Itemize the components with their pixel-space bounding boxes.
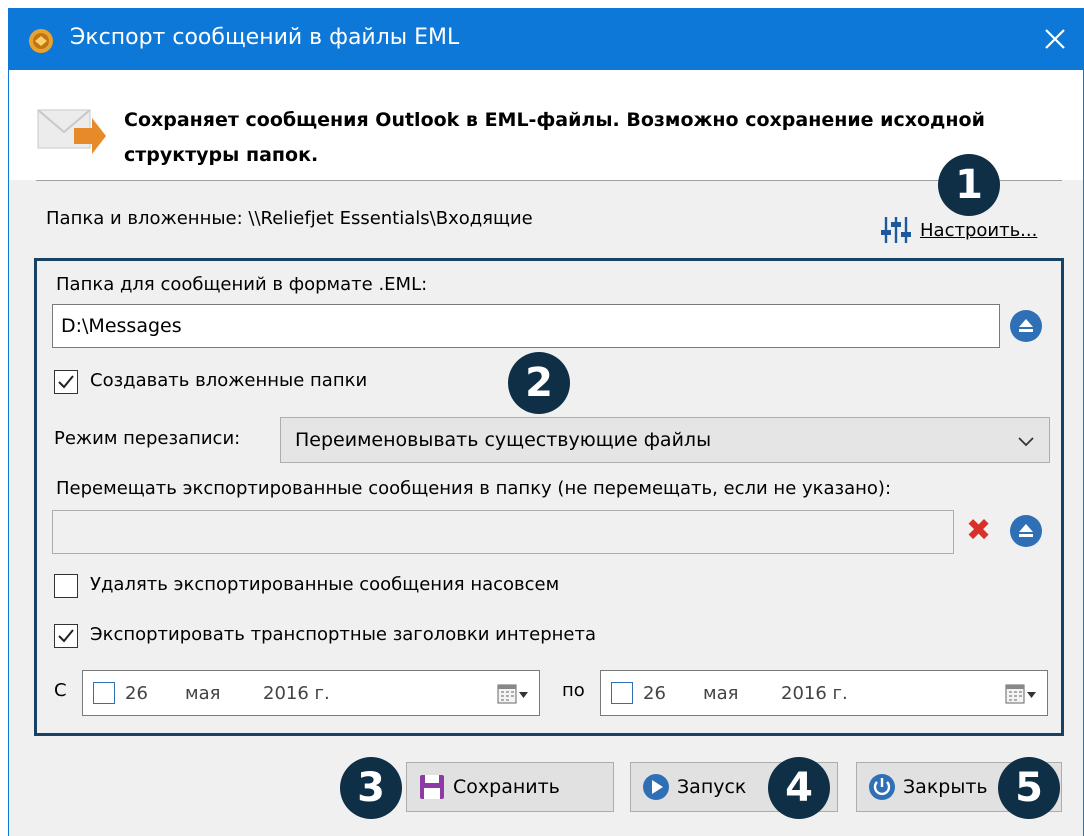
save-button-label: Сохранить xyxy=(453,776,560,798)
dialog-description: Сохраняет сообщения Outlook в EML-файлы.… xyxy=(124,109,985,166)
create-subfolders-checkbox[interactable] xyxy=(54,370,78,394)
close-window-icon[interactable] xyxy=(1038,22,1072,56)
browse-move-folder-button[interactable] xyxy=(1010,515,1042,547)
callout-badge-2: 2 xyxy=(508,352,570,414)
overwrite-mode-value: Переименовывать существующие файлы xyxy=(295,429,712,451)
callout-badge-4: 4 xyxy=(768,757,830,819)
date-from-day: 26 xyxy=(125,682,148,704)
calendar-icon[interactable] xyxy=(497,683,529,705)
target-folder-label: Папка для сообщений в формате .EML: xyxy=(56,274,428,295)
run-button-label: Запуск xyxy=(677,776,747,798)
delete-messages-label: Удалять экспортированные сообщения насов… xyxy=(90,574,560,595)
date-to-picker[interactable]: 26 мая 2016 г. xyxy=(600,670,1048,716)
date-from-year: 2016 г. xyxy=(263,682,330,704)
date-from-label: С xyxy=(54,680,67,701)
floppy-disk-icon xyxy=(420,775,444,799)
overwrite-mode-select[interactable]: Переименовывать существующие файлы xyxy=(280,417,1050,463)
callout-badge-1: 1 xyxy=(938,154,1000,216)
header-separator xyxy=(36,180,1062,181)
date-from-picker[interactable]: 26 мая 2016 г. xyxy=(82,670,540,716)
date-to-year: 2016 г. xyxy=(781,682,848,704)
calendar-icon[interactable] xyxy=(1005,683,1037,705)
eject-icon xyxy=(1019,524,1033,537)
overwrite-mode-label: Режим перезаписи: xyxy=(54,428,241,449)
callout-badge-5: 5 xyxy=(998,757,1060,819)
title-bar: Экспорт сообщений в файлы EML xyxy=(8,8,1084,70)
export-headers-label: Экспортировать транспортные заголовки ин… xyxy=(90,624,596,645)
move-folder-label: Перемещать экспортированные сообщения в … xyxy=(56,478,892,499)
window-title: Экспорт сообщений в файлы EML xyxy=(70,25,460,50)
target-folder-value: D:\Messages xyxy=(61,315,182,337)
eject-icon xyxy=(1019,319,1033,332)
date-to-day: 26 xyxy=(643,682,666,704)
play-icon xyxy=(643,774,669,800)
date-to-enable-checkbox[interactable] xyxy=(611,682,633,704)
sliders-icon xyxy=(881,217,911,243)
envelope-arrow-icon xyxy=(37,109,106,154)
date-to-label: по xyxy=(562,680,585,701)
checkmark-icon xyxy=(58,629,74,643)
configure-label[interactable]: Настроить... xyxy=(920,220,1037,241)
export-headers-checkbox[interactable] xyxy=(54,624,78,648)
configure-link[interactable]: Настроить... xyxy=(880,212,1037,248)
close-button-label: Закрыть xyxy=(903,776,988,798)
app-logo-icon xyxy=(29,29,53,53)
date-from-month: мая xyxy=(185,682,221,704)
save-button[interactable]: Сохранить xyxy=(406,762,614,812)
target-folder-input[interactable]: D:\Messages xyxy=(52,304,1000,348)
source-folder-label: Папка и вложенные: \\Reliefjet Essential… xyxy=(46,208,533,229)
power-icon xyxy=(869,774,895,800)
delete-messages-checkbox[interactable] xyxy=(54,574,78,598)
browse-target-button[interactable] xyxy=(1010,310,1042,342)
chevron-down-icon xyxy=(1018,437,1034,447)
move-folder-input[interactable] xyxy=(52,510,954,554)
date-from-enable-checkbox[interactable] xyxy=(93,682,115,704)
checkmark-icon xyxy=(58,375,74,389)
clear-move-folder-button[interactable]: ✖ xyxy=(966,516,991,546)
create-subfolders-label: Создавать вложенные папки xyxy=(90,370,368,391)
callout-badge-3: 3 xyxy=(340,757,402,819)
date-to-month: мая xyxy=(703,682,739,704)
